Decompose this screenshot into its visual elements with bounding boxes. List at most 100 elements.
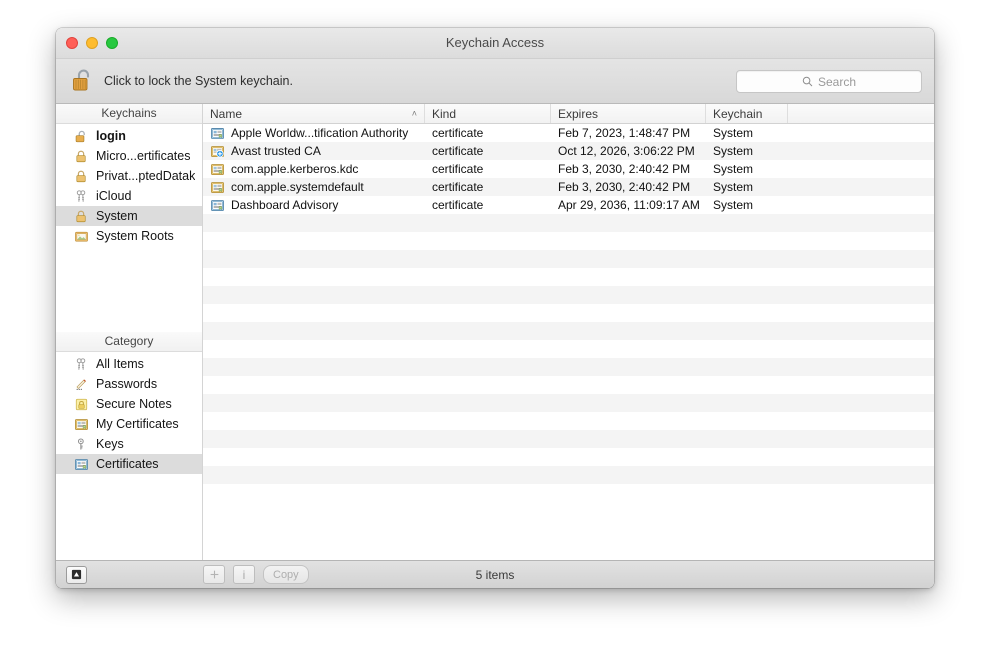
cell-name: com.apple.kerberos.kdc <box>203 162 425 177</box>
sidebar-keychain-label: Micro...ertificates <box>96 149 190 163</box>
toggle-categories-button[interactable] <box>66 566 87 584</box>
sidebar-keychain-system-roots[interactable]: System Roots <box>56 226 202 246</box>
copy-button[interactable]: Copy <box>263 565 309 584</box>
my-certificate-icon <box>74 417 89 432</box>
content-pane: Name ˄ Kind Expires Keychain Apple World… <box>203 104 934 560</box>
cell-name: Apple Worldw...tification Authority <box>203 126 425 141</box>
table-empty-row <box>203 430 934 448</box>
certificate-yellow-icon <box>210 180 225 195</box>
sort-ascending-icon: ˄ <box>412 109 417 118</box>
search-icon <box>802 76 813 87</box>
sidebar-keychain-micro-ertificates[interactable]: Micro...ertificates <box>56 146 202 166</box>
sidebar: Keychains login Micro...ertificates Privat… <box>56 104 203 560</box>
sidebar-category-label: Keys <box>96 437 124 451</box>
table-row[interactable]: Dashboard Advisory certificate Apr 29, 203… <box>203 196 934 214</box>
cell-kind-text: certificate <box>432 126 483 140</box>
sidebar-keychain-icloud[interactable]: iCloud <box>56 186 202 206</box>
cell-expires: Feb 7, 2023, 1:48:47 PM <box>551 126 706 140</box>
window-body: Keychains login Micro...ertificates Privat… <box>56 104 934 560</box>
sidebar-keychain-privat-pteddatak[interactable]: Privat...ptedDatak <box>56 166 202 186</box>
keychain-access-window: Keychain Access Click to lock the Sys <box>56 28 934 588</box>
sidebar-keychain-system[interactable]: System <box>56 206 202 226</box>
sidebar-category-label: Secure Notes <box>96 397 172 411</box>
cell-expires-text: Feb 7, 2023, 1:48:47 PM <box>558 126 690 140</box>
search-placeholder: Search <box>818 75 856 89</box>
table-empty-row <box>203 358 934 376</box>
column-header-keychain[interactable]: Keychain <box>706 104 788 123</box>
table-empty-row <box>203 376 934 394</box>
certificate-blue-icon <box>210 198 225 213</box>
cell-name: Avast trusted CA <box>203 144 425 159</box>
sidebar-category-my-certificates[interactable]: My Certificates <box>56 414 202 434</box>
search-input-inner: Search <box>802 75 856 89</box>
cell-kind: certificate <box>425 126 551 140</box>
sidebar-category-passwords[interactable]: Passwords <box>56 374 202 394</box>
cell-keychain-text: System <box>713 162 753 176</box>
window-titlebar[interactable]: Keychain Access <box>56 28 934 59</box>
search-input[interactable]: Search <box>736 70 922 93</box>
sidebar-keychain-label: login <box>96 129 126 143</box>
screen: Keychain Access Click to lock the Sys <box>0 0 989 666</box>
sidebar-keychain-label: iCloud <box>96 189 131 203</box>
cell-keychain: System <box>706 198 788 212</box>
table-empty-row <box>203 250 934 268</box>
cell-keychain: System <box>706 162 788 176</box>
toolbar: Click to lock the System keychain. Searc… <box>56 59 934 104</box>
secure-note-lock-icon <box>74 397 89 412</box>
cell-expires: Oct 12, 2026, 3:06:22 PM <box>551 144 706 158</box>
certificate-table[interactable]: Apple Worldw...tification Authority certi… <box>203 124 934 560</box>
item-info-button[interactable]: i <box>233 565 255 584</box>
status-bar: i Copy 5 items <box>56 560 934 588</box>
locked-padlock-icon <box>74 169 89 184</box>
cell-kind-text: certificate <box>432 162 483 176</box>
table-empty-row <box>203 232 934 250</box>
column-header-expires[interactable]: Expires <box>551 104 706 123</box>
add-item-button[interactable] <box>203 565 225 584</box>
cell-name: Dashboard Advisory <box>203 198 425 213</box>
cell-kind-text: certificate <box>432 198 483 212</box>
cell-expires-text: Feb 3, 2030, 2:40:42 PM <box>558 180 690 194</box>
sidebar-category-certificates[interactable]: Certificates <box>56 454 202 474</box>
show-categories-icon <box>71 569 82 580</box>
table-empty-row <box>203 340 934 358</box>
lock-keychain-button[interactable] <box>68 64 98 98</box>
column-header-kind[interactable]: Kind <box>425 104 551 123</box>
sidebar-keychain-label: System Roots <box>96 229 174 243</box>
table-empty-row <box>203 214 934 232</box>
locked-padlock-icon <box>74 209 89 224</box>
column-header-keychain-label: Keychain <box>713 107 762 121</box>
cell-keychain-text: System <box>713 198 753 212</box>
table-empty-row <box>203 394 934 412</box>
sidebar-category-secure-notes[interactable]: Secure Notes <box>56 394 202 414</box>
sidebar-keychains-header: Keychains <box>56 104 202 124</box>
window-title: Keychain Access <box>56 28 934 58</box>
sidebar-keychain-login[interactable]: login <box>56 126 202 146</box>
column-header-name[interactable]: Name ˄ <box>203 104 425 123</box>
certificate-yellow-icon <box>210 162 225 177</box>
sidebar-keychain-label: System <box>96 209 138 223</box>
cell-kind-text: certificate <box>432 144 483 158</box>
cell-expires-text: Apr 29, 2036, 11:09:17 AM <box>558 198 700 212</box>
unlocked-padlock-icon <box>71 68 95 94</box>
table-row[interactable]: Avast trusted CA certificate Oct 12, 2026,… <box>203 142 934 160</box>
cell-name-text: Avast trusted CA <box>231 144 321 158</box>
certificate-icon <box>74 457 89 472</box>
sidebar-category-keys[interactable]: Keys <box>56 434 202 454</box>
passwords-pen-icon <box>74 377 89 392</box>
column-header-filler <box>788 104 934 123</box>
cell-name-text: Apple Worldw...tification Authority <box>231 126 408 140</box>
column-header-kind-label: Kind <box>432 107 456 121</box>
cell-kind: certificate <box>425 180 551 194</box>
cell-kind: certificate <box>425 144 551 158</box>
table-empty-row <box>203 466 934 484</box>
item-actions: i Copy <box>203 565 309 584</box>
cell-expires: Apr 29, 2036, 11:09:17 AM <box>551 198 706 212</box>
sidebar-category-all-items[interactable]: All Items <box>56 354 202 374</box>
table-row[interactable]: com.apple.systemdefaultcertificateFeb 3,… <box>203 178 934 196</box>
locked-padlock-icon <box>74 149 89 164</box>
sidebar-category-label: My Certificates <box>96 417 179 431</box>
table-row[interactable]: Apple Worldw...tification Authority certi… <box>203 124 934 142</box>
all-items-keys-icon <box>74 357 89 372</box>
table-row[interactable]: com.apple.kerberos.kdc certificate Feb 3, … <box>203 160 934 178</box>
cell-expires: Feb 3, 2030, 2:40:42 PM <box>551 162 706 176</box>
